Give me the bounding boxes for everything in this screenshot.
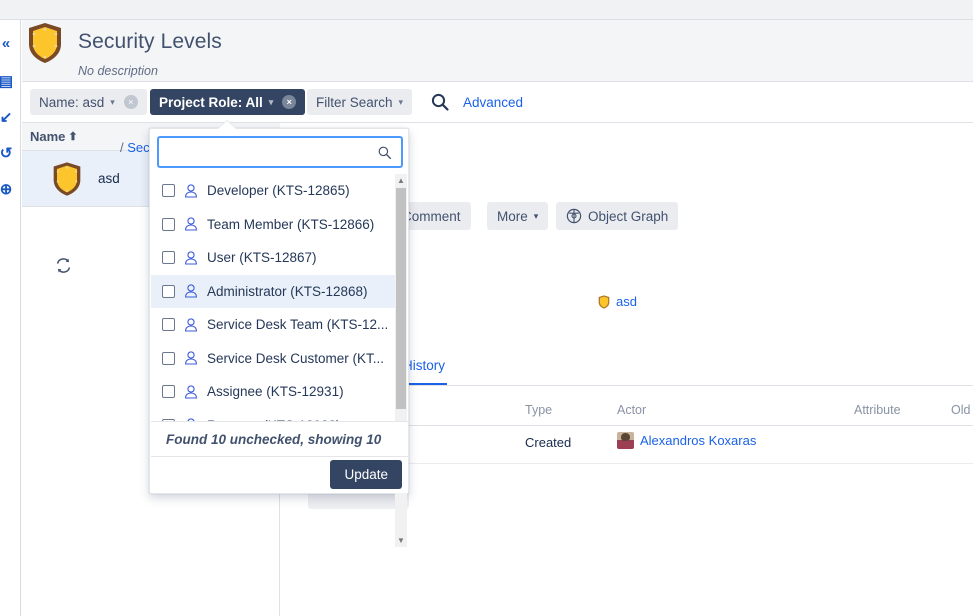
dropdown-option-label: User (KTS-12867): [207, 250, 317, 266]
add-circle-icon[interactable]: ⊕: [0, 180, 16, 200]
checkbox[interactable]: [162, 318, 175, 332]
filter-chip-filter-search-label: Filter Search: [316, 94, 393, 110]
sort-ascending-icon: ⬆: [68, 131, 78, 143]
app-root: « ▤ ↙ ↺ ⊕ Security Levels No description…: [0, 0, 973, 616]
scrollbar-thumb[interactable]: [396, 188, 406, 409]
close-icon[interactable]: ×: [123, 95, 138, 109]
page-title: Security Levels: [78, 30, 222, 53]
object-graph-button[interactable]: Object Graph: [556, 202, 679, 230]
filter-chip-name[interactable]: Name: asd ▾ ×: [30, 89, 147, 115]
dropdown-option-label: Assignee (KTS-12931): [207, 384, 344, 400]
dropdown-option-label: Service Desk Customer (KT...: [207, 350, 385, 366]
object-graph-icon: [566, 208, 582, 224]
popup-arrow: [218, 121, 236, 129]
avatar: [617, 432, 634, 449]
dropdown-option[interactable]: Service Desk Customer (KT...: [151, 341, 398, 375]
dropdown-option-label: Administrator (KTS-12868): [207, 283, 368, 299]
shield-icon: [29, 23, 61, 63]
checkbox[interactable]: [162, 217, 175, 231]
chevron-down-icon: ▾: [533, 210, 539, 221]
refresh-arrow-icon[interactable]: ↺: [0, 144, 16, 164]
search-icon[interactable]: [377, 145, 392, 160]
chevron-down-icon: ▾: [268, 96, 274, 107]
checkbox[interactable]: [162, 351, 175, 365]
scroll-down-icon[interactable]: ▼: [395, 534, 407, 547]
more-button[interactable]: More ▾: [487, 202, 549, 230]
dropdown-option[interactable]: Developer (KTS-12865): [151, 174, 398, 208]
search-icon[interactable]: [430, 92, 450, 112]
chevron-down-icon: ▾: [110, 96, 115, 107]
dropdown-option-label: Service Desk Team (KTS-12...: [207, 317, 389, 333]
checkbox[interactable]: [162, 251, 175, 265]
dropdown-status-text: Found 10 unchecked, showing 10: [151, 421, 408, 457]
user-icon: [185, 284, 197, 298]
dropdown-option[interactable]: Service Desk Team (KTS-12...: [151, 308, 398, 342]
tab-history-label: History: [403, 358, 446, 373]
security-level-value-label: asd: [616, 294, 637, 309]
filter-chip-project-role-label: Project Role: All: [159, 94, 263, 110]
user-icon: [185, 217, 197, 231]
dropdown-option[interactable]: Assignee (KTS-12931): [151, 375, 398, 409]
history-col-actor: Actor: [617, 403, 647, 417]
chevron-down-icon: ▾: [398, 96, 404, 107]
user-icon: [185, 318, 197, 332]
search-input[interactable]: [167, 138, 367, 166]
close-icon[interactable]: ×: [282, 95, 297, 109]
user-icon: [185, 351, 197, 365]
refresh-icon[interactable]: [55, 257, 72, 274]
dropdown-option-label: Developer (KTS-12865): [207, 183, 350, 199]
collapse-chevrons-icon[interactable]: «: [0, 34, 16, 54]
actor-link[interactable]: Alexandros Koxaras: [640, 433, 756, 448]
dropdown-option[interactable]: User (KTS-12867): [151, 241, 398, 275]
update-button[interactable]: Update: [330, 460, 402, 489]
list-column-name[interactable]: Name ⬆: [30, 129, 78, 144]
dropdown-option-highlighted[interactable]: Administrator (KTS-12868): [151, 274, 398, 308]
history-col-attribute: Attribute: [854, 403, 901, 417]
object-graph-button-label: Object Graph: [588, 208, 669, 224]
user-icon: [185, 251, 197, 265]
comment-button-label: Comment: [402, 208, 461, 224]
history-cell-type: Created: [525, 435, 572, 450]
user-icon: [185, 184, 197, 198]
left-rail: « ▤ ↙ ↺ ⊕: [0, 20, 21, 616]
scroll-up-icon[interactable]: ▲: [395, 174, 407, 187]
filter-chip-name-label: Name: asd: [39, 94, 105, 110]
dropdown-search-box: [157, 136, 403, 168]
checkbox[interactable]: [162, 284, 175, 298]
window-top-strip: [0, 0, 973, 20]
project-role-dropdown: Developer (KTS-12865) Team Member (KTS-1…: [149, 128, 409, 547]
dropdown-option-list[interactable]: Developer (KTS-12865) Team Member (KTS-1…: [151, 174, 398, 447]
page-description: No description: [78, 64, 158, 78]
shield-icon: [53, 161, 81, 196]
shield-icon: [598, 294, 610, 309]
advanced-link[interactable]: Advanced: [463, 95, 523, 110]
security-level-value[interactable]: asd: [598, 294, 637, 309]
dropdown-option-label: Team Member (KTS-12866): [207, 216, 375, 232]
filter-chip-filter-search[interactable]: Filter Search ▾: [307, 89, 413, 115]
user-icon: [185, 385, 197, 399]
arrow-down-left-icon[interactable]: ↙: [0, 108, 16, 128]
breadcrumb-separator: /: [120, 140, 124, 155]
dropdown-option[interactable]: Team Member (KTS-12866): [151, 207, 398, 241]
history-col-type: Type: [525, 403, 553, 417]
checkbox[interactable]: [162, 184, 175, 198]
checkbox[interactable]: [162, 385, 175, 399]
board-icon[interactable]: ▤: [0, 72, 16, 92]
more-button-label: More: [497, 208, 528, 224]
list-item-label: asd: [98, 171, 120, 186]
dropdown-footer: Update: [151, 457, 408, 493]
history-col-old: Old: [951, 403, 971, 417]
history-cell-actor: Alexandros Koxaras: [617, 432, 756, 449]
filter-chip-project-role[interactable]: Project Role: All ▾ ×: [150, 89, 306, 115]
list-column-name-label: Name: [30, 129, 66, 144]
